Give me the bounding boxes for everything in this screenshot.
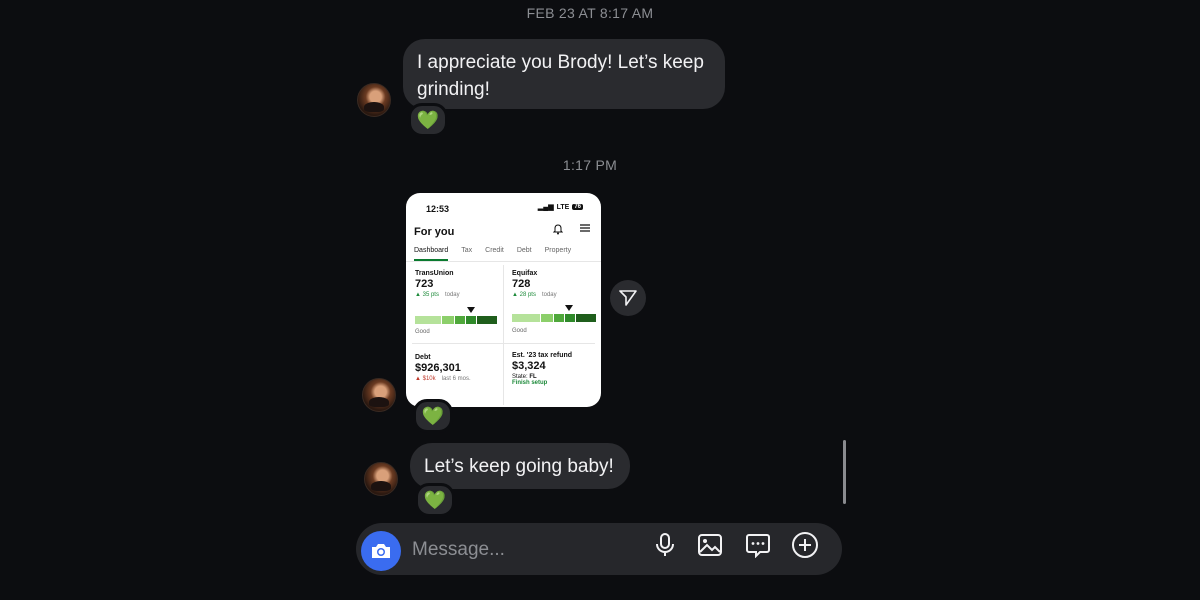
debt-label: Debt <box>415 354 431 361</box>
camera-button[interactable] <box>361 531 401 571</box>
bell-icon <box>552 224 564 238</box>
score-bar <box>415 316 497 324</box>
plus-icon <box>792 532 818 558</box>
tab-property: Property <box>544 247 572 254</box>
share-button[interactable] <box>610 280 646 316</box>
message-bubble[interactable]: I appreciate you Brody! Let’s keep grind… <box>403 39 725 109</box>
timestamp: 1:17 PM <box>562 157 618 173</box>
tax-amount: $3,324 <box>512 360 546 372</box>
message-text: I appreciate you Brody! Let’s keep grind… <box>417 52 704 100</box>
reaction-badge[interactable]: 💚 <box>413 399 453 433</box>
shared-screenshot[interactable]: 12:53 ▂▄▆ LTE 76 For you Dashboard Tax C… <box>406 193 601 407</box>
send-icon <box>619 290 637 306</box>
score-rating: Good <box>512 328 527 334</box>
score-bar <box>512 314 596 322</box>
reaction-badge[interactable]: 💚 <box>415 483 455 517</box>
avatar[interactable] <box>357 83 391 117</box>
avatar[interactable] <box>364 462 398 496</box>
credit-score: 723 <box>415 278 434 290</box>
credit-score: 728 <box>512 278 531 290</box>
tab-tax: Tax <box>461 247 473 254</box>
sticker-button[interactable] <box>743 530 773 560</box>
status-indicators: ▂▄▆ LTE 76 <box>538 203 583 211</box>
green-heart-icon: 💚 <box>421 406 445 426</box>
debt-amount: $926,301 <box>415 362 461 374</box>
menu-icon <box>579 223 591 234</box>
bureau-label: TransUnion <box>415 270 454 277</box>
gallery-button[interactable] <box>695 530 725 560</box>
green-heart-icon: 💚 <box>423 490 447 510</box>
debt-card: Debt $926,301 ▲ $10k last 6 mos. <box>415 354 500 382</box>
tab-bar: Dashboard Tax Credit Debt Property <box>406 245 601 262</box>
transunion-card: TransUnion 723 ▲ 35 pts today <box>415 270 500 298</box>
equifax-card: Equifax 728 ▲ 28 pts today <box>512 270 597 298</box>
divider <box>503 265 504 405</box>
tab-credit: Credit <box>485 247 504 254</box>
score-marker <box>565 305 573 311</box>
score-marker <box>467 307 475 313</box>
avatar[interactable] <box>362 378 396 412</box>
reaction-badge[interactable]: 💚 <box>408 103 448 137</box>
score-change: ▲ 35 pts today <box>415 292 460 298</box>
score-rating: Good <box>415 329 430 335</box>
add-button[interactable] <box>790 530 820 560</box>
screen-title: For you <box>414 226 455 238</box>
bureau-label: Equifax <box>512 270 538 277</box>
green-heart-icon: 💚 <box>416 110 440 130</box>
message-input[interactable]: Message... <box>412 539 505 561</box>
network-label: LTE <box>556 203 570 211</box>
scrollbar[interactable] <box>843 440 846 504</box>
tab-dashboard: Dashboard <box>414 245 449 261</box>
battery-icon: 76 <box>572 204 583 210</box>
status-time: 12:53 <box>426 204 450 214</box>
tax-card: Est. '23 tax refund $3,324 State: FL Fin… <box>512 352 600 386</box>
timestamp: FEB 23 AT 8:17 AM <box>526 5 654 21</box>
tab-debt: Debt <box>516 247 532 254</box>
finish-setup-link: Finish setup <box>512 380 548 386</box>
camera-icon <box>372 544 390 558</box>
tax-label: Est. '23 tax refund <box>512 352 573 359</box>
sticker-icon <box>746 534 770 558</box>
debt-change: ▲ $10k last 6 mos. <box>415 376 471 382</box>
score-change: ▲ 28 pts today <box>512 292 557 298</box>
microphone-button[interactable] <box>650 530 680 560</box>
signal-icon: ▂▄▆ <box>537 204 554 211</box>
microphone-icon <box>656 533 674 556</box>
message-text: Let’s keep going baby! <box>424 456 614 477</box>
image-icon <box>698 534 722 556</box>
divider <box>412 343 595 344</box>
message-bubble[interactable]: Let’s keep going baby! <box>410 443 630 489</box>
